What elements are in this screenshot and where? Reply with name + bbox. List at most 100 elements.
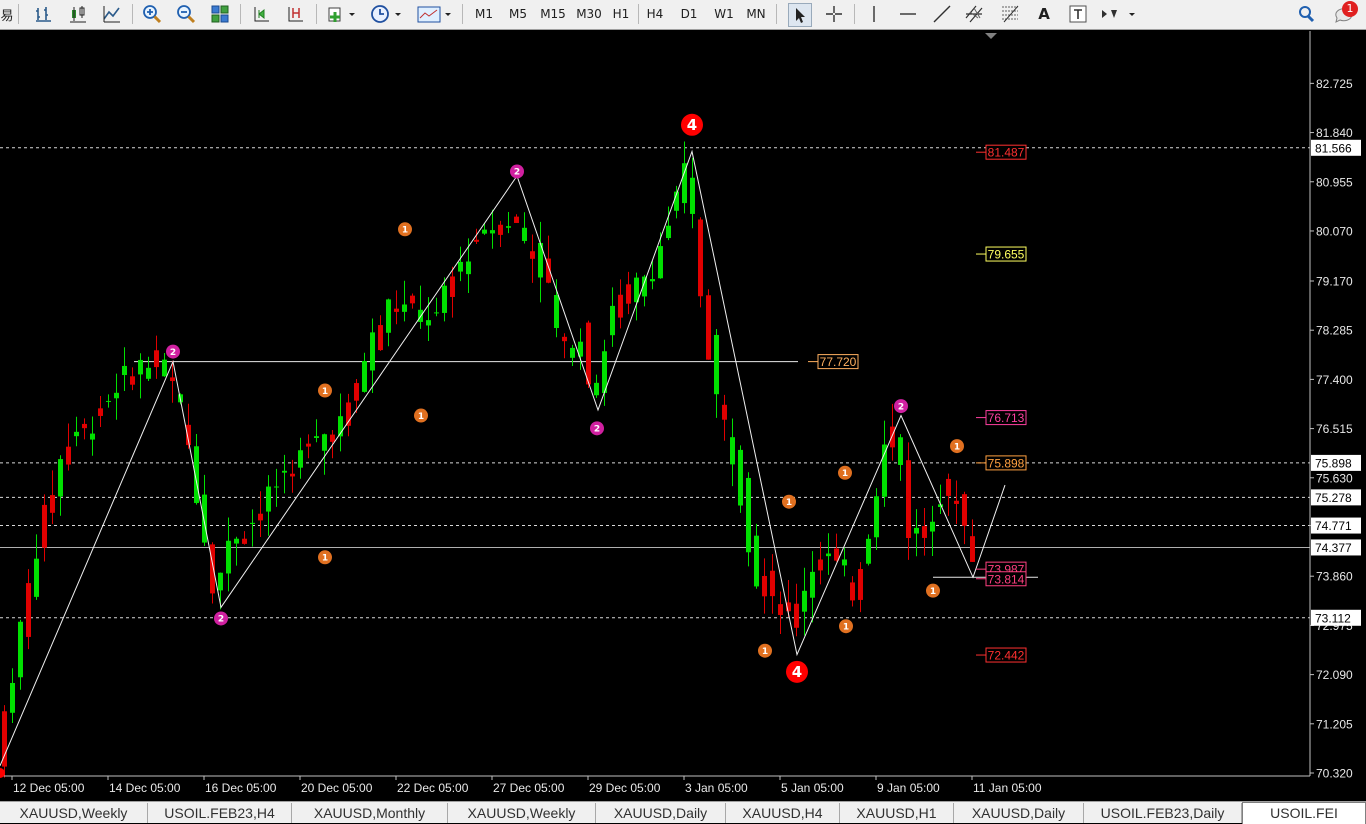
wave-marker-label: 4 <box>687 116 697 134</box>
zoom-out-button[interactable] <box>174 3 198 25</box>
candle-body <box>914 527 919 534</box>
wave-marker-1: 1 <box>318 550 332 565</box>
fibonacci-button[interactable] <box>998 3 1024 25</box>
candle-body <box>250 522 255 524</box>
tab-usoil-feb23-h4[interactable]: USOIL.FEB23,H4 <box>148 803 292 823</box>
candle-body <box>522 227 527 241</box>
candle-body <box>730 437 735 465</box>
candle-body <box>794 603 799 628</box>
tab-usoil-feb23-daily[interactable]: USOIL.FEB23,Daily <box>1084 803 1242 823</box>
candle-body <box>386 299 391 333</box>
candle <box>706 289 711 360</box>
period-m30-button[interactable]: M30 <box>572 3 606 25</box>
candle-body <box>818 559 823 571</box>
axis-price-value: 81.566 <box>1315 141 1352 155</box>
candle-body <box>474 239 479 242</box>
wave-marker-label: 1 <box>842 469 848 479</box>
toolbar-separator <box>462 4 463 24</box>
time-tick-label: 29 Dec 05:00 <box>589 781 661 795</box>
tab-usoil-active[interactable]: USOIL.FEI <box>1242 802 1366 824</box>
period-h4-button[interactable]: H4 <box>642 3 668 25</box>
axis-price-value: 75.898 <box>1315 456 1352 470</box>
candlestick-button[interactable] <box>66 3 90 25</box>
wave-marker-4: 4 <box>681 113 703 136</box>
period-d1-button[interactable]: D1 <box>676 3 702 25</box>
zoom-in-button[interactable] <box>140 3 164 25</box>
templates-button[interactable] <box>414 3 454 25</box>
period-mn-button[interactable]: MN <box>742 3 770 25</box>
period-h1-button[interactable]: H1 <box>608 3 634 25</box>
periodicity-button[interactable] <box>368 3 404 25</box>
candle-body <box>114 392 119 399</box>
wave-marker-label: 1 <box>322 554 328 564</box>
candle <box>738 445 743 513</box>
candle-body <box>314 436 319 438</box>
arrows-button[interactable] <box>1098 3 1138 25</box>
price-tick-label: 78.285 <box>1316 324 1353 338</box>
text-label-button[interactable] <box>1066 3 1090 25</box>
wave-marker-1: 1 <box>414 408 428 423</box>
equidistant-channel-button[interactable] <box>962 3 988 25</box>
toolbar-separator <box>776 4 777 24</box>
tab-xauusd-weekly[interactable]: XAUUSD,Weekly <box>0 803 148 823</box>
target-value: 76.713 <box>988 411 1025 425</box>
candle-body <box>778 604 783 615</box>
candle-body <box>242 538 247 544</box>
candle-body <box>290 473 295 477</box>
tab-xauusd-weekly-2[interactable]: XAUUSD,Weekly <box>448 803 596 823</box>
candle-body <box>434 312 439 314</box>
candle-body <box>442 285 447 313</box>
vertical-line-button[interactable] <box>862 3 886 25</box>
wave-marker-label: 2 <box>898 402 904 412</box>
horizontal-line-button[interactable] <box>896 3 920 25</box>
text-tool-button[interactable]: A <box>1032 3 1056 25</box>
candle-body <box>298 450 303 468</box>
candle-body <box>618 294 623 318</box>
wave-marker-label: 1 <box>786 498 792 508</box>
fibonacci-icon <box>1002 5 1019 23</box>
price-chart[interactable]: 2 2 2 2 2 4 4 1 1 1 1 1 1 1 1 1 1 81.487 79.655 77.720 76.7… <box>0 31 1366 801</box>
period-m1-button[interactable]: M1 <box>470 3 498 25</box>
tab-xauusd-h1[interactable]: XAUUSD,H1 <box>840 803 954 823</box>
arrows-icon <box>1102 10 1135 18</box>
axis-price-label: 75.278 <box>1311 489 1361 506</box>
period-w1-button[interactable]: W1 <box>710 3 738 25</box>
candle-body <box>874 496 879 538</box>
candle-body <box>218 572 223 591</box>
candle-body <box>810 571 815 598</box>
wave-marker-label: 1 <box>930 587 936 597</box>
wave-marker-label: 4 <box>792 663 802 681</box>
chart-shift-button[interactable] <box>284 3 308 25</box>
period-m15-button[interactable]: M15 <box>536 3 570 25</box>
wave-marker-label: 2 <box>514 168 520 178</box>
time-tick-label: 5 Jan 05:00 <box>781 781 844 795</box>
crosshair-button[interactable] <box>822 3 846 25</box>
notifications-button[interactable]: 1 <box>1328 1 1362 25</box>
candle-body <box>498 224 503 235</box>
tab-xauusd-daily-2[interactable]: XAUUSD,Daily <box>954 803 1084 823</box>
cursor-button[interactable] <box>788 3 812 27</box>
candle-body <box>706 295 711 360</box>
axis-price-label: 74.771 <box>1311 517 1361 534</box>
bar-chart-button[interactable] <box>32 3 56 25</box>
candle-body <box>410 295 415 304</box>
tab-xauusd-daily[interactable]: XAUUSD,Daily <box>596 803 726 823</box>
period-m5-button[interactable]: M5 <box>504 3 532 25</box>
candle-body <box>610 305 615 336</box>
candle-body <box>594 382 599 396</box>
line-chart-button[interactable] <box>100 3 124 25</box>
tile-windows-button[interactable] <box>208 3 232 25</box>
wave-marker-label: 1 <box>843 622 849 632</box>
candle-body <box>42 504 47 548</box>
tab-xauusd-h4[interactable]: XAUUSD,H4 <box>726 803 840 823</box>
text-icon: A <box>1038 5 1050 23</box>
auto-scroll-button[interactable] <box>250 3 274 25</box>
price-tick-label: 80.070 <box>1316 224 1353 238</box>
candle-body <box>802 590 807 612</box>
toolbar-separator <box>638 4 639 24</box>
trendline-button[interactable] <box>930 3 954 25</box>
search-button[interactable] <box>1294 3 1318 25</box>
indicators-button[interactable] <box>324 3 358 25</box>
time-tick-label: 3 Jan 05:00 <box>685 781 748 795</box>
tab-xauusd-monthly[interactable]: XAUUSD,Monthly <box>292 803 448 823</box>
